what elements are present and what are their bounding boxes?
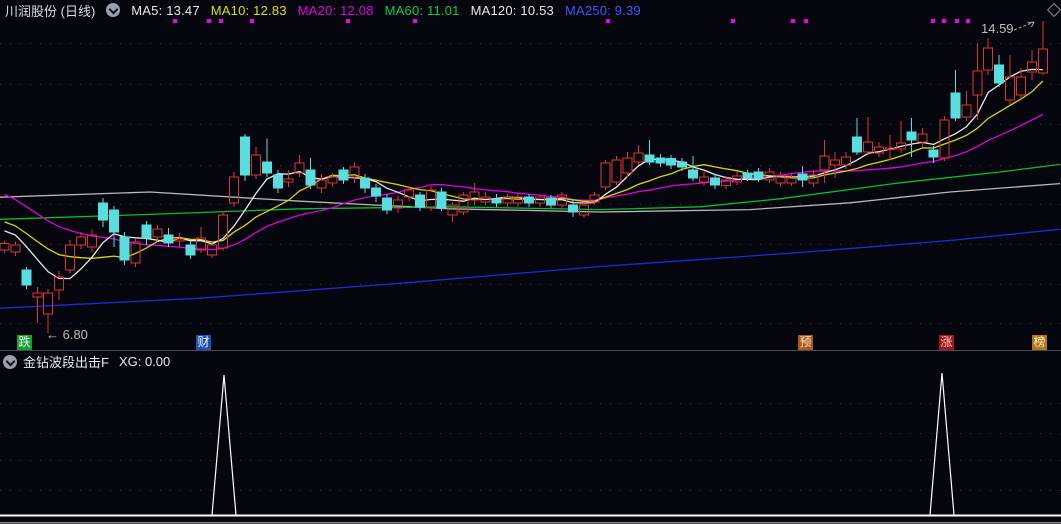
- main-price-chart[interactable]: [0, 0, 1061, 351]
- ma-label-ma120: MA120: 10.53: [470, 2, 554, 18]
- candle: [21, 266, 32, 289]
- ma-label-ma10: MA10: 12.83: [210, 2, 287, 18]
- watermark-link[interactable]: 财: [196, 335, 211, 350]
- watermark-link[interactable]: 跌: [17, 335, 32, 350]
- candle: [917, 127, 928, 148]
- indicator-chart[interactable]: [0, 371, 1061, 524]
- candle: [699, 171, 710, 187]
- candle: [873, 141, 884, 158]
- signal-spike: [929, 372, 955, 516]
- candle: [1026, 49, 1037, 80]
- candle: [152, 224, 163, 241]
- candle: [436, 188, 447, 212]
- indicator-gridlines: [0, 403, 1061, 491]
- candle: [633, 145, 644, 166]
- candle: [108, 206, 119, 247]
- candle: [316, 173, 327, 193]
- candle: [283, 169, 294, 187]
- candle: [305, 157, 316, 189]
- ma5-line: [4, 68, 1043, 280]
- signal-spike: [211, 374, 237, 516]
- candle: [502, 194, 513, 208]
- candle: [54, 270, 65, 301]
- candle: [535, 194, 546, 207]
- candle: [86, 229, 97, 253]
- candle: [163, 228, 174, 247]
- stock-title: 川润股份 (日线): [5, 3, 96, 19]
- ma20-line: [4, 113, 1044, 251]
- candle: [185, 240, 196, 259]
- watermark-link[interactable]: 涨: [939, 335, 954, 350]
- candle: [688, 155, 699, 182]
- candle: [414, 192, 425, 212]
- ma-label-ma60: MA60: 11.01: [384, 2, 460, 18]
- candle: [239, 133, 250, 181]
- candle: [458, 192, 469, 216]
- candle: [655, 153, 666, 168]
- candle: [677, 157, 688, 172]
- candle: [97, 198, 108, 227]
- high-arrow: [1013, 21, 1035, 31]
- candle: [338, 167, 349, 185]
- indicator-value: XG: 0.00: [118, 354, 171, 369]
- candle: [382, 194, 393, 215]
- candle: [250, 147, 261, 179]
- watermark-link[interactable]: 预: [798, 335, 813, 350]
- candle: [371, 184, 382, 203]
- candle: [218, 210, 229, 251]
- candle: [961, 91, 972, 122]
- high-price-annotation: 14.59: [981, 21, 1014, 36]
- candle: [447, 202, 458, 223]
- candle: [524, 194, 535, 208]
- candle: [392, 196, 403, 213]
- candle: [666, 155, 677, 170]
- chevron-down-circle-icon[interactable]: [3, 354, 17, 369]
- candle: [950, 69, 961, 122]
- candle: [600, 159, 611, 191]
- price-gridlines: [0, 43, 1061, 324]
- candle: [141, 220, 152, 245]
- candle: [819, 139, 830, 184]
- candle: [611, 155, 622, 186]
- ma10-line: [4, 80, 1044, 259]
- candlesticks: [0, 21, 1048, 333]
- ma-label-ma5: MA5: 13.47: [131, 2, 200, 18]
- ma-label-ma250: MA250: 9.39: [564, 2, 641, 18]
- panel-divider: [0, 350, 1061, 351]
- candle: [0, 240, 10, 253]
- indicator-spikes: [211, 372, 955, 516]
- candle: [32, 286, 43, 323]
- candle: [983, 37, 994, 76]
- candle: [862, 117, 873, 156]
- candle: [349, 161, 360, 183]
- candle: [709, 173, 720, 190]
- indicator-name: 金钻波段出击F: [23, 355, 109, 370]
- candle: [994, 55, 1005, 88]
- candle: [895, 121, 906, 154]
- candle: [797, 165, 808, 188]
- candle: [119, 232, 130, 265]
- chevron-down-circle-icon[interactable]: [106, 3, 121, 17]
- candle: [1037, 21, 1048, 76]
- low-price-annotation: ← 6.80: [46, 327, 88, 342]
- candle: [852, 117, 863, 156]
- candle: [261, 138, 272, 177]
- chart-header: 川润股份 (日线) MA5: 13.47 MA10: 12.83 MA20: 12.…: [0, 0, 1061, 20]
- candle: [229, 171, 240, 207]
- indicator-header: 金钻波段出击F XG: 0.00: [0, 352, 1061, 371]
- stock-chart-window: 川润股份 (日线) MA5: 13.47 MA10: 12.83 MA20: 12.…: [0, 0, 1061, 524]
- watermark-link[interactable]: 榜: [1032, 335, 1047, 350]
- candle: [469, 183, 480, 206]
- ma-label-ma20: MA20: 12.08: [297, 2, 374, 18]
- candle: [491, 194, 502, 208]
- candle: [644, 139, 655, 166]
- ma-values-row: MA5: 13.47 MA10: 12.83 MA20: 12.08 MA60: 11…: [131, 3, 641, 18]
- candle: [622, 151, 633, 178]
- candle: [10, 241, 21, 257]
- candle: [884, 135, 895, 160]
